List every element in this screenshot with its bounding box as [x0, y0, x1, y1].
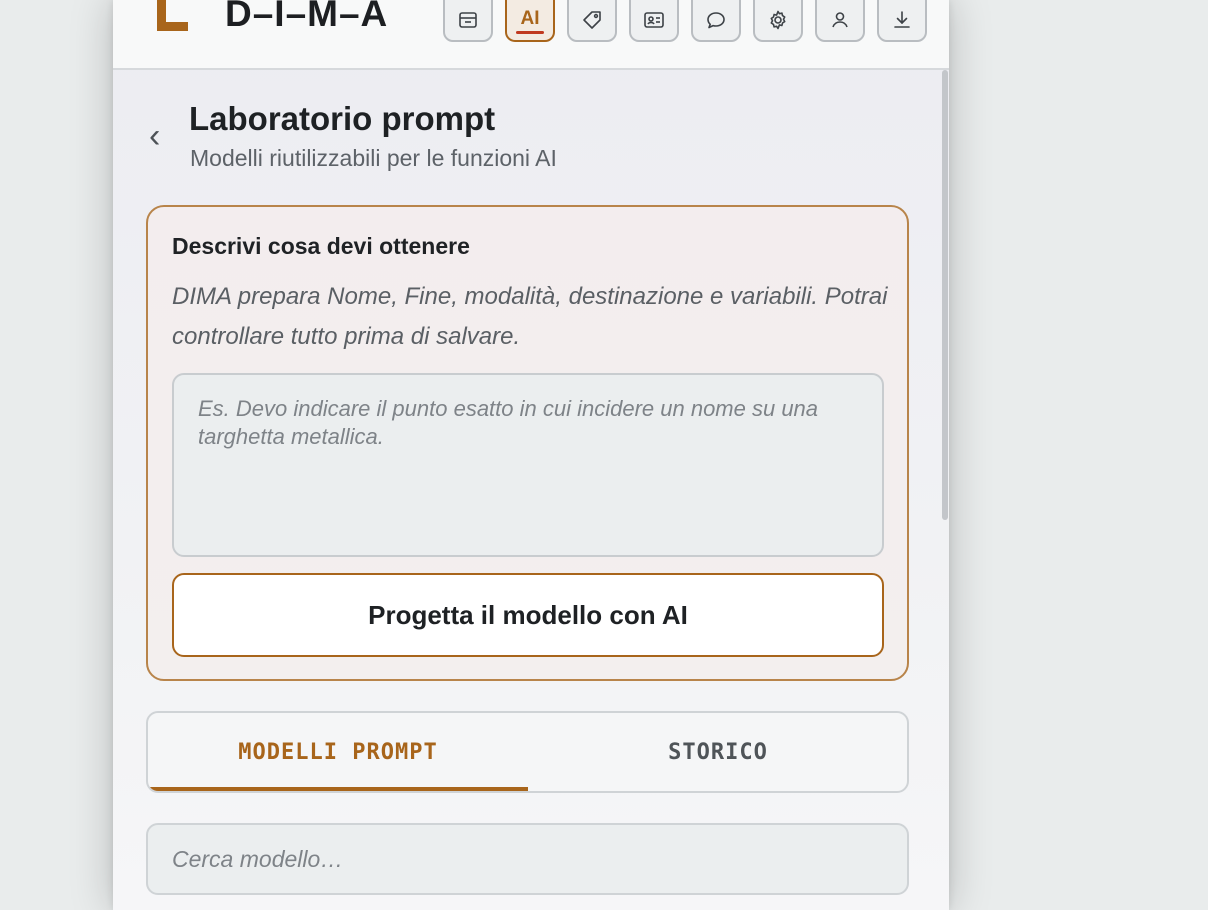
download-icon — [894, 11, 910, 28]
design-with-ai-button[interactable]: Progetta il modello con AI — [172, 573, 884, 657]
ai-design-card: Descrivi cosa devi ottenere DIMA prepara… — [146, 205, 909, 681]
tab-storico[interactable]: STORICO — [528, 713, 907, 791]
archive-button[interactable] — [443, 0, 493, 42]
back-chevron-icon[interactable]: ‹ — [149, 116, 160, 156]
active-indicator — [516, 31, 544, 34]
gear-icon — [770, 10, 786, 30]
tab-modelli-prompt[interactable]: MODELLI PROMPT — [148, 713, 528, 791]
id-card-icon — [644, 12, 664, 28]
logo-icon — [157, 0, 188, 31]
user-button[interactable] — [815, 0, 865, 42]
brand-name: D–I–M–A — [225, 0, 389, 34]
tag-icon — [583, 11, 601, 29]
user-icon — [832, 12, 848, 28]
page-subtitle: Modelli riutilizzabili per le funzioni A… — [190, 145, 557, 171]
chat-button[interactable] — [691, 0, 741, 42]
search-input[interactable] — [146, 823, 909, 895]
tab-label: MODELLI PROMPT — [238, 739, 438, 765]
requirement-textarea[interactable] — [172, 373, 884, 557]
settings-button[interactable] — [753, 0, 803, 42]
scrollbar[interactable] — [941, 70, 949, 520]
page-title: Laboratorio prompt — [189, 100, 496, 137]
ai-button[interactable]: AI — [505, 0, 555, 42]
download-button[interactable] — [877, 0, 927, 42]
tab-label: STORICO — [668, 739, 768, 765]
tag-button[interactable] — [567, 0, 617, 42]
scrollbar-thumb[interactable] — [942, 70, 948, 520]
card-description: DIMA prepara Nome, Fine, modalità, desti… — [172, 283, 888, 350]
top-toolbar: D–I–M–A AI — [113, 0, 949, 70]
chat-bubble-icon — [707, 12, 725, 29]
active-tab-indicator — [148, 787, 528, 791]
ai-icon: AI — [520, 8, 540, 29]
card-heading: Descrivi cosa devi ottenere — [172, 233, 470, 259]
contact-card-button[interactable] — [629, 0, 679, 42]
tabs-bar: MODELLI PROMPT STORICO — [146, 711, 909, 793]
side-panel: D–I–M–A AI ‹ Laboratorio prompt Modelli … — [113, 0, 949, 910]
archive-icon — [459, 12, 477, 28]
